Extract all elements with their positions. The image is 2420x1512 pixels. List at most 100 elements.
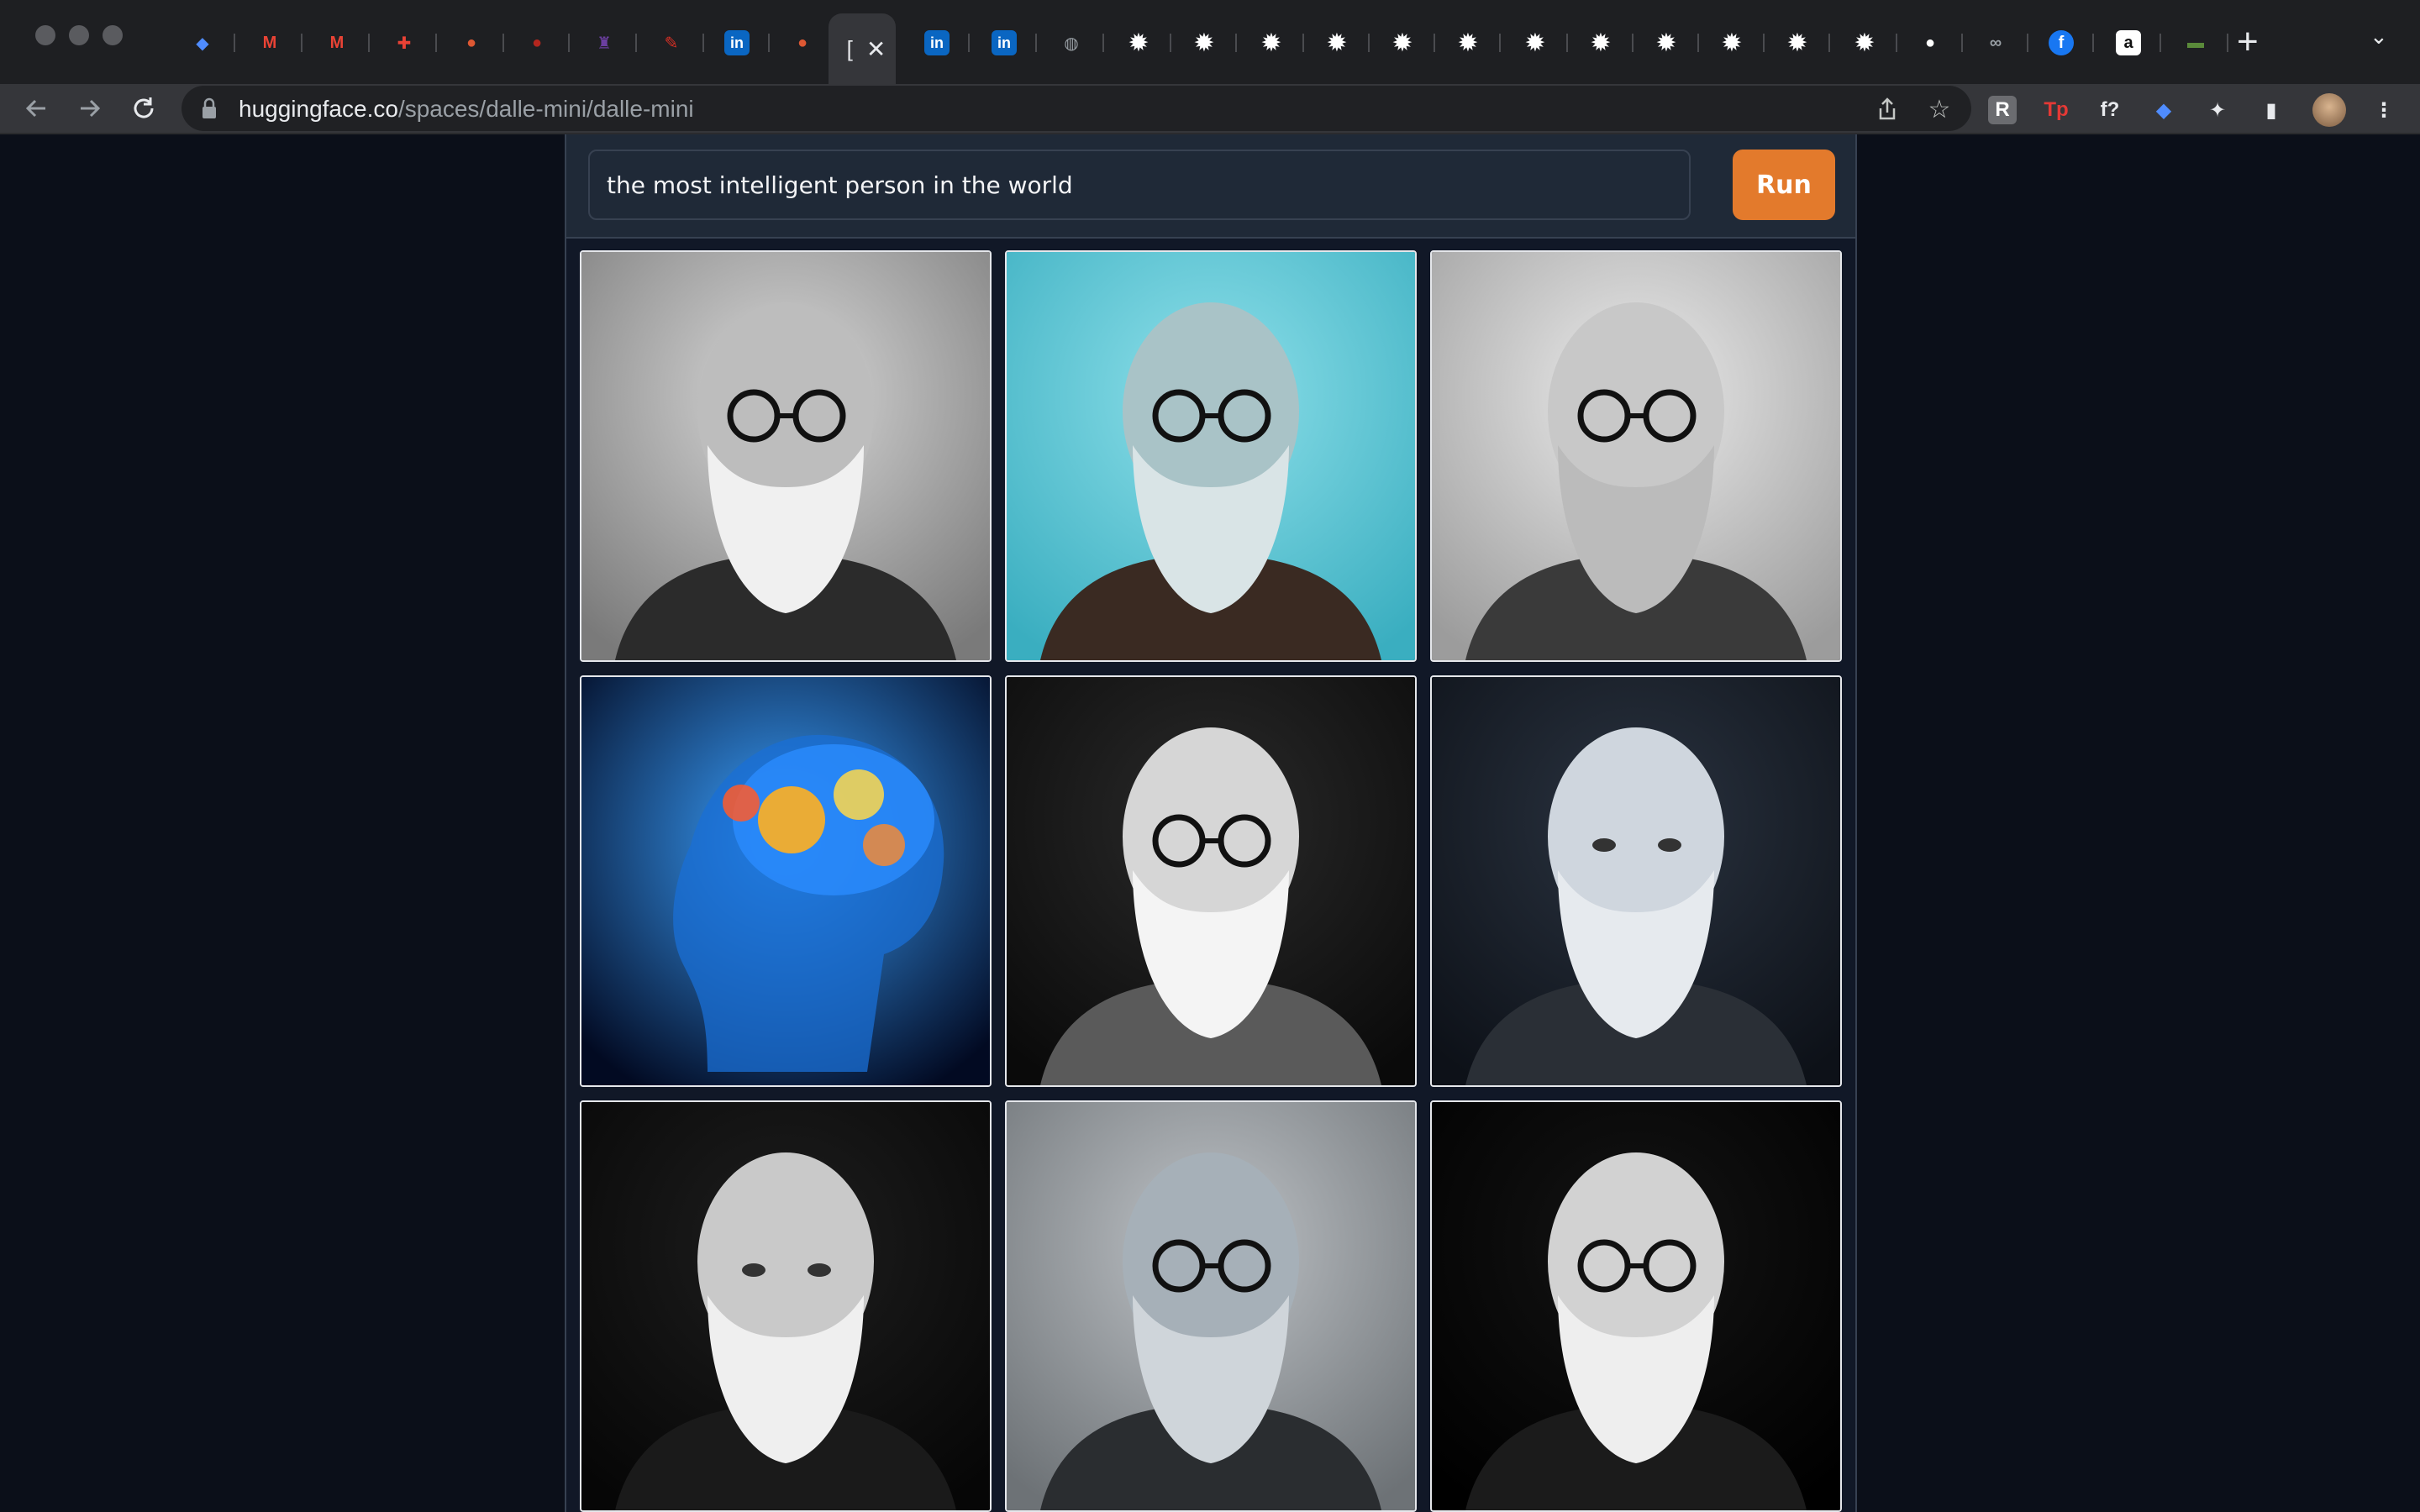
- dalle-mini-app: the most intelligent person in the world…: [565, 134, 1857, 1512]
- duckduckgo-icon: ●: [466, 33, 477, 52]
- browser-tab[interactable]: ✹: [1106, 12, 1171, 74]
- side-panel-icon[interactable]: ▮: [2257, 96, 2286, 124]
- browser-tab[interactable]: ✹: [1171, 12, 1237, 74]
- gear-icon: ✹: [1128, 29, 1150, 57]
- puzzle-extensions-icon[interactable]: ✦: [2203, 96, 2232, 124]
- tab-separator: [1235, 34, 1237, 52]
- reload-icon[interactable]: [124, 89, 163, 128]
- tab-separator: [435, 34, 437, 52]
- gem-extension-icon[interactable]: ◆: [2149, 96, 2178, 124]
- tab-separator: [1499, 34, 1501, 52]
- tab-strip: ◆ M M ✚ ● ● ♜ ✎ in ● in in ◍ ✹ ✹ ✹ ✹ ✹ ✹ ✹ ✹ ✹ ✹ ✹ ✹ ● ∞ f a ▬ [ ✕ + …: [0, 0, 2420, 84]
- browser-tab[interactable]: ●: [1897, 12, 1963, 74]
- gear-icon: ✹: [1786, 29, 1808, 57]
- amazon-icon: a: [2116, 30, 2141, 55]
- bookmark-star-icon[interactable]: ☆: [1924, 94, 1954, 124]
- gear-icon: ✹: [1524, 29, 1546, 57]
- forward-arrow-icon[interactable]: [71, 89, 109, 128]
- gear-icon: ✹: [1326, 29, 1348, 57]
- linkedin-icon: in: [992, 30, 1017, 55]
- share-icon[interactable]: [1872, 94, 1902, 124]
- browser-tab[interactable]: f: [2028, 12, 2094, 74]
- browser-tab[interactable]: ✹: [1370, 12, 1435, 74]
- tab-separator: [1828, 34, 1830, 52]
- browser-tab[interactable]: M: [304, 12, 370, 74]
- glowing-brain-head-xray[interactable]: [580, 675, 992, 1087]
- gear-icon: ✹: [1721, 29, 1743, 57]
- browser-tab[interactable]: ●: [504, 12, 570, 74]
- address-bar[interactable]: huggingface.co/spaces/dalle-mini/dalle-m…: [182, 86, 1971, 131]
- close-window-icon[interactable]: [35, 25, 55, 45]
- back-arrow-icon[interactable]: [17, 89, 55, 128]
- tp-extension-icon[interactable]: Tp: [2042, 96, 2070, 124]
- red-pin-icon: ✎: [664, 34, 679, 53]
- tab-separator: [301, 34, 302, 52]
- bearded-man-writing-portrait[interactable]: [580, 1100, 992, 1512]
- active-tab[interactable]: [ ✕: [829, 13, 896, 84]
- browser-tab[interactable]: ◆: [170, 12, 235, 74]
- browser-tab[interactable]: ✹: [1699, 12, 1765, 74]
- bald-man-thinking-portrait[interactable]: [1430, 675, 1842, 1087]
- browser-tab[interactable]: M: [237, 12, 302, 74]
- browser-tab[interactable]: ✹: [1832, 12, 1897, 74]
- man-in-suit-portrait[interactable]: [1005, 1100, 1417, 1512]
- run-button[interactable]: Run: [1733, 150, 1835, 220]
- browser-tab[interactable]: ◍: [1039, 12, 1104, 74]
- browser-tab[interactable]: ✹: [1502, 12, 1568, 74]
- tab-separator: [568, 34, 570, 52]
- white-beard-man-portrait[interactable]: [1005, 675, 1417, 1087]
- readwise-extension-icon[interactable]: R: [1988, 96, 2017, 124]
- gear-icon: ✹: [1457, 29, 1479, 57]
- browser-tab[interactable]: ∞: [1963, 12, 2028, 74]
- browser-tab[interactable]: ✚: [371, 12, 437, 74]
- man-glasses-mustache-portrait[interactable]: [1430, 1100, 1842, 1512]
- gmail-icon: M: [329, 33, 345, 52]
- zoom-window-icon[interactable]: [103, 25, 123, 45]
- tab-search-chevron-icon[interactable]: ⌄: [2370, 24, 2388, 50]
- browser-tab[interactable]: ✎: [639, 12, 704, 74]
- gmail-icon: M: [262, 33, 277, 52]
- prompt-input[interactable]: the most intelligent person in the world: [588, 150, 1691, 220]
- profile-avatar[interactable]: [2312, 93, 2346, 127]
- browser-tab[interactable]: ✹: [1304, 12, 1370, 74]
- facebook-icon: f: [2049, 30, 2074, 55]
- browser-tab[interactable]: in: [704, 12, 770, 74]
- tab-separator: [234, 34, 235, 52]
- gear-icon: ✹: [1655, 29, 1677, 57]
- browser-tab[interactable]: ●: [770, 12, 835, 74]
- diamond-icon: ◆: [196, 34, 209, 53]
- tab-separator: [1035, 34, 1037, 52]
- close-tab-icon[interactable]: ✕: [866, 35, 886, 63]
- browser-menu-icon[interactable]: ⋮: [2370, 96, 2398, 124]
- teal-background-man-portrait[interactable]: [1005, 250, 1417, 662]
- browser-tab[interactable]: ✹: [1239, 12, 1304, 74]
- browser-tab[interactable]: in: [904, 12, 970, 74]
- linkedin-icon: in: [924, 30, 950, 55]
- duckduckgo-icon: ●: [797, 33, 808, 52]
- url-path: /spaces/dalle-mini/dalle-mini: [397, 96, 694, 122]
- man-round-glasses-portrait[interactable]: [1430, 250, 1842, 662]
- tab-separator: [635, 34, 637, 52]
- app-icon: ✚: [397, 34, 412, 53]
- browser-tab[interactable]: ▬: [2163, 12, 2228, 74]
- browser-tab[interactable]: ✹: [1634, 12, 1699, 74]
- tab-separator: [368, 34, 370, 52]
- browser-tab[interactable]: ✹: [1568, 12, 1634, 74]
- browser-tab[interactable]: ♜: [571, 12, 637, 74]
- lock-icon[interactable]: [202, 97, 217, 119]
- linkedin-icon: in: [724, 30, 750, 55]
- browser-tab[interactable]: ✹: [1435, 12, 1501, 74]
- bearded-man-glasses-portrait[interactable]: [580, 250, 992, 662]
- browser-tab[interactable]: in: [971, 12, 1037, 74]
- new-tab-button[interactable]: +: [2237, 18, 2259, 66]
- battery-icon: ▬: [2187, 33, 2204, 52]
- url-host: huggingface.co: [239, 96, 398, 122]
- minimize-window-icon[interactable]: [69, 25, 89, 45]
- browser-tab[interactable]: a: [2096, 12, 2161, 74]
- url-text[interactable]: huggingface.co/spaces/dalle-mini/dalle-m…: [239, 96, 694, 123]
- gear-icon: ✹: [1590, 29, 1612, 57]
- gear-icon: ✹: [1193, 29, 1215, 57]
- font-extension-icon[interactable]: f?: [2096, 96, 2124, 124]
- browser-tab[interactable]: ✹: [1765, 12, 1830, 74]
- browser-tab[interactable]: ●: [439, 12, 504, 74]
